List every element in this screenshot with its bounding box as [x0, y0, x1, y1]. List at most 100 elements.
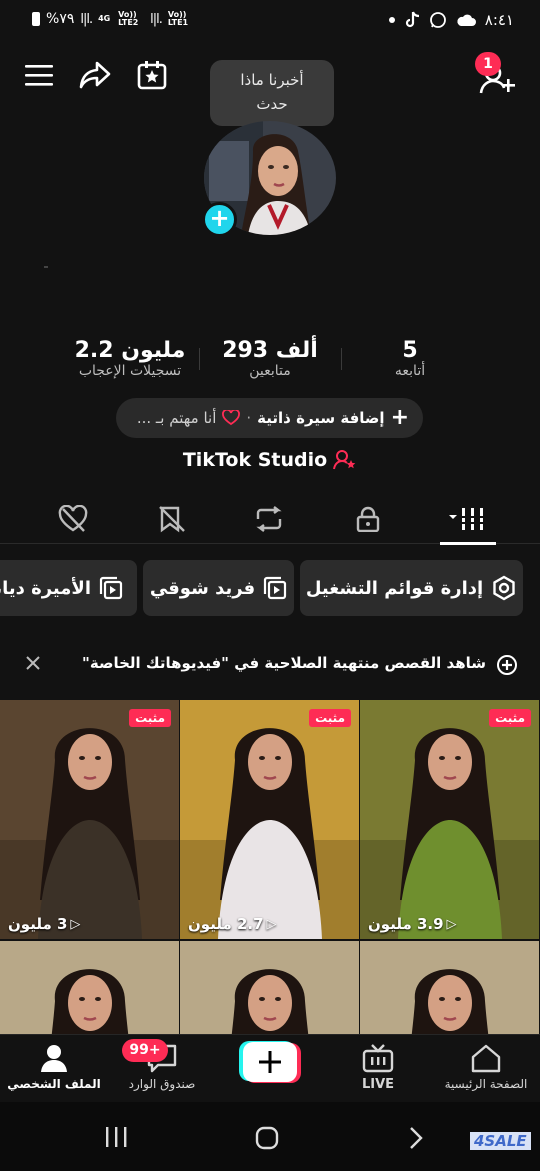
video-grid: مثبت ▷ 3.9 مليون مثبت ▷ 2.7 مليون مثبت ▷ 3 مليون [0, 700, 540, 1034]
bookmark-icon [158, 505, 186, 533]
profile-tabs [0, 494, 540, 544]
notice-text: شاهد القصص منتهية الصلاحية في "فيديوهاتك… [82, 654, 486, 672]
active-tab-indicator [440, 542, 496, 545]
battery-icon [32, 12, 40, 26]
home-icon [470, 1043, 502, 1073]
system-nav-bar: 4SALE [0, 1102, 540, 1171]
stat-likes[interactable]: 2.2 مليون تسجيلات الإعجاب [55, 338, 205, 379]
view-count: ▷ 3 مليون [8, 915, 80, 933]
followers-label: متابعين [249, 363, 291, 379]
tooltip-line-1: أخبرنا ماذا [240, 71, 304, 89]
stat-following[interactable]: 5 أتابعه [370, 338, 450, 379]
likes-label: تسجيلات الإعجاب [78, 363, 182, 379]
bio-pill[interactable]: + إضافة سيرة ذاتية · أنا مهتم بـ ... [116, 398, 423, 438]
heart-outline-icon [222, 410, 241, 426]
pinned-badge: مثبت [129, 709, 171, 727]
tab-favorites[interactable] [137, 494, 207, 544]
nav-profile-label: الملف الشخصي [7, 1077, 101, 1091]
playlist-chip-1[interactable]: فريد شوقي [143, 560, 294, 616]
tab-liked[interactable] [38, 494, 108, 544]
nav-live[interactable]: LIVE [324, 1035, 432, 1103]
gear-icon [491, 575, 517, 601]
watermark: 4SALE [470, 1132, 531, 1150]
bio-separator: · [246, 409, 252, 427]
home-circle-icon[interactable] [255, 1126, 279, 1150]
followers-count: 293 ألف [222, 338, 318, 363]
tiktok-studio-link[interactable]: TikTok Studio [0, 449, 540, 471]
play-icon: ▷ [266, 916, 277, 932]
close-icon[interactable] [24, 654, 42, 672]
profile-icon [39, 1043, 69, 1073]
likes-count: 2.2 مليون [74, 338, 186, 363]
pinned-badge: مثبت [489, 709, 531, 727]
expired-stories-notice[interactable]: شاهد القصص منتهية الصلاحية في "فيديوهاتك… [0, 645, 540, 683]
whats-new-tooltip[interactable]: أخبرنا ماذا حدث [210, 60, 334, 134]
view-count-value: 3 مليون [8, 915, 68, 933]
decorative-dot [44, 266, 48, 268]
status-left: %٧٩ l|l. 4G Vo)) LTE2 l|l. Vo)) LTE1 [32, 11, 194, 27]
lock-icon [356, 506, 380, 532]
video-thumbnail[interactable]: مثبت ▷ 3.9 مليون [360, 700, 539, 939]
nav-home[interactable]: الصفحة الرئيسية [432, 1035, 540, 1103]
divider [341, 348, 342, 370]
plus-icon: + [390, 405, 409, 430]
tab-private[interactable] [333, 494, 403, 544]
status-bar: %٧٩ l|l. 4G Vo)) LTE2 l|l. Vo)) LTE1 ٨:٤… [0, 0, 540, 44]
view-count-value: 2.7 مليون [188, 915, 264, 933]
following-label: أتابعه [394, 363, 426, 379]
lte-indicator-2: Vo)) LTE2 [118, 10, 139, 27]
video-frame [360, 941, 539, 1034]
lte-indicator-1: Vo)) LTE1 [167, 10, 189, 27]
create-button[interactable] [216, 1035, 324, 1103]
cloud-icon [456, 13, 476, 27]
battery-level: %٧٩ [46, 11, 75, 27]
signal-icon: l|l. [80, 11, 93, 27]
video-thumbnail[interactable] [0, 941, 179, 1034]
menu-icon[interactable] [19, 55, 59, 95]
network-4g: 4G [98, 14, 111, 23]
nav-inbox-label: صندوق الوارد [128, 1077, 196, 1091]
inbox-badge: 99+ [122, 1039, 168, 1062]
pinned-badge: مثبت [309, 709, 351, 727]
nav-live-label: LIVE [361, 1077, 395, 1092]
manage-playlists-label: إدارة قوائم التشغيل [305, 577, 484, 599]
video-thumbnail[interactable] [180, 941, 359, 1034]
studio-label: TikTok Studio [182, 449, 328, 471]
creator-star-icon [333, 449, 357, 471]
tooltip-line-2: حدث [256, 95, 288, 113]
calendar-star-icon[interactable] [132, 55, 172, 95]
playlist-label: فريد شوقي [149, 577, 256, 599]
playlist-icon [263, 576, 287, 600]
share-icon[interactable] [75, 55, 115, 95]
video-frame [180, 700, 359, 939]
add-circle-icon [496, 654, 518, 676]
nav-profile[interactable]: الملف الشخصي [0, 1035, 108, 1103]
manage-playlists-button[interactable]: إدارة قوائم التشغيل [300, 560, 523, 616]
add-story-button[interactable]: + [202, 202, 237, 237]
dot-icon [388, 17, 395, 23]
play-icon: ▷ [70, 916, 81, 932]
video-thumbnail[interactable]: مثبت ▷ 2.7 مليون [180, 700, 359, 939]
video-thumbnail[interactable]: مثبت ▷ 3 مليون [0, 700, 179, 939]
recents-icon[interactable] [104, 1126, 128, 1148]
tab-videos[interactable] [433, 494, 503, 544]
view-count: ▷ 3.9 مليون [368, 915, 457, 933]
playlist-chip-2[interactable]: الأميرة ديانا [0, 560, 137, 616]
whatsapp-icon [429, 11, 447, 29]
add-bio-label[interactable]: إضافة سيرة ذاتية [257, 409, 384, 427]
create-plus-icon [239, 1041, 301, 1083]
interests-label[interactable]: أنا مهتم بـ ... [137, 409, 217, 427]
video-frame [0, 700, 179, 939]
video-thumbnail[interactable] [360, 941, 539, 1034]
nav-home-label: الصفحة الرئيسية [444, 1077, 528, 1091]
tab-reposts[interactable] [234, 494, 304, 544]
stats-row: 5 أتابعه 293 ألف متابعين 2.2 مليون تسجيل… [0, 338, 540, 388]
tiktok-icon [404, 11, 420, 29]
following-count: 5 [402, 338, 418, 363]
clock: ٨:٤١ [484, 11, 514, 29]
heart-icon [58, 505, 88, 533]
grid-icon [448, 507, 488, 531]
stat-followers[interactable]: 293 ألف متابعين [205, 338, 335, 379]
back-chevron-icon[interactable] [408, 1126, 424, 1150]
view-count-value: 3.9 مليون [368, 915, 444, 933]
